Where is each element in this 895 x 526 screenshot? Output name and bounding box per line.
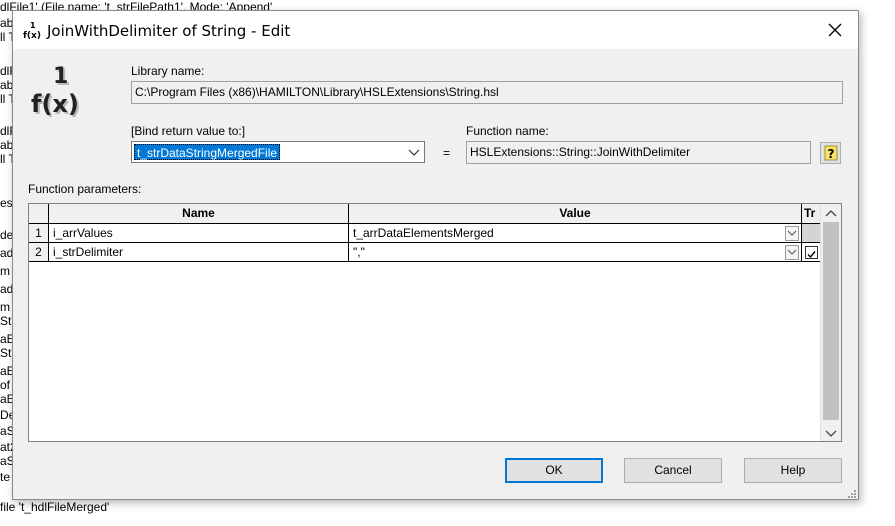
equals-sign: = xyxy=(443,146,451,160)
background-editor-fragment: m xyxy=(0,264,10,278)
grid-corner-header xyxy=(29,204,49,224)
tr-cell-disabled xyxy=(802,224,822,243)
svg-text:1: 1 xyxy=(30,21,36,30)
logo-bottom: f(x) xyxy=(31,90,79,118)
function-edit-dialog: 1 f(x) JoinWithDelimiter of String - Edi… xyxy=(12,10,859,500)
function-icon: 1 f(x) xyxy=(23,20,43,41)
function-logo: 1 1 f(x) f(x) xyxy=(29,63,93,127)
close-button[interactable] xyxy=(812,11,858,49)
row-number[interactable]: 2 xyxy=(29,243,49,262)
checkmark-icon xyxy=(807,251,816,259)
function-parameters-label: Function parameters: xyxy=(28,182,142,196)
dialog-titlebar[interactable]: 1 f(x) JoinWithDelimiter of String - Edi… xyxy=(13,11,858,49)
value-dropdown-button[interactable] xyxy=(785,226,799,241)
chevron-down-icon xyxy=(787,230,797,236)
parameter-name-cell[interactable]: i_strDelimiter xyxy=(49,243,349,262)
parameter-value-cell[interactable]: "," xyxy=(349,243,802,262)
question-mark-icon: ? xyxy=(824,145,837,161)
row-number[interactable]: 1 xyxy=(29,224,49,243)
chevron-down-icon[interactable] xyxy=(408,147,420,157)
function-help-button[interactable]: ? xyxy=(820,142,841,164)
chevron-down-icon xyxy=(787,249,797,255)
parameter-name-cell[interactable]: i_arrValues xyxy=(49,224,349,243)
close-icon xyxy=(828,23,842,37)
scrollbar-thumb[interactable] xyxy=(823,222,839,420)
background-editor-fragment: m xyxy=(0,300,10,314)
library-name-field[interactable]: C:\Program Files (x86)\HAMILTON\Library\… xyxy=(131,81,843,104)
function-parameters-grid: Name Value Tr 1 i_arrValues t_arrDataEle… xyxy=(28,203,842,442)
parameter-value-text: t_arrDataElementsMerged xyxy=(353,226,494,240)
grid-vertical-scrollbar[interactable] xyxy=(820,204,841,441)
cancel-button[interactable]: Cancel xyxy=(624,458,722,483)
dialog-title: JoinWithDelimiter of String - Edit xyxy=(47,22,291,40)
scroll-down-arrow-icon[interactable] xyxy=(825,427,837,437)
svg-text:f(x): f(x) xyxy=(23,31,41,40)
bind-return-selected-value: t_strDataStringMergedFile xyxy=(134,144,281,160)
logo-top: 1 xyxy=(53,64,68,89)
help-button[interactable]: Help xyxy=(744,458,842,483)
scroll-up-arrow-icon[interactable] xyxy=(825,208,837,218)
function-name-field[interactable]: HSLExtensions::String::JoinWithDelimiter xyxy=(466,141,811,164)
bind-return-combobox[interactable]: t_strDataStringMergedFile xyxy=(131,141,425,163)
column-header-value[interactable]: Value xyxy=(349,204,802,224)
bind-return-label: [Bind return value to:] xyxy=(131,124,246,138)
resize-grip-icon[interactable] xyxy=(846,487,856,498)
function-name-label: Function name: xyxy=(466,124,549,138)
background-editor-fragment: te xyxy=(0,470,11,484)
column-header-name[interactable]: Name xyxy=(49,204,349,224)
tr-checkbox[interactable] xyxy=(805,246,818,259)
library-name-label: Library name: xyxy=(131,64,205,78)
parameter-value-cell[interactable]: t_arrDataElementsMerged xyxy=(349,224,802,243)
value-dropdown-button[interactable] xyxy=(785,245,799,260)
ok-button[interactable]: OK xyxy=(505,458,603,483)
tr-cell xyxy=(802,243,822,262)
background-editor-fragment: es xyxy=(0,196,13,210)
parameter-value-text: "," xyxy=(353,245,365,259)
column-header-tr[interactable]: Tr xyxy=(802,204,822,224)
svg-text:?: ? xyxy=(827,147,834,161)
background-editor-line-bottom: file 't_hdlFileMerged' xyxy=(0,500,110,514)
